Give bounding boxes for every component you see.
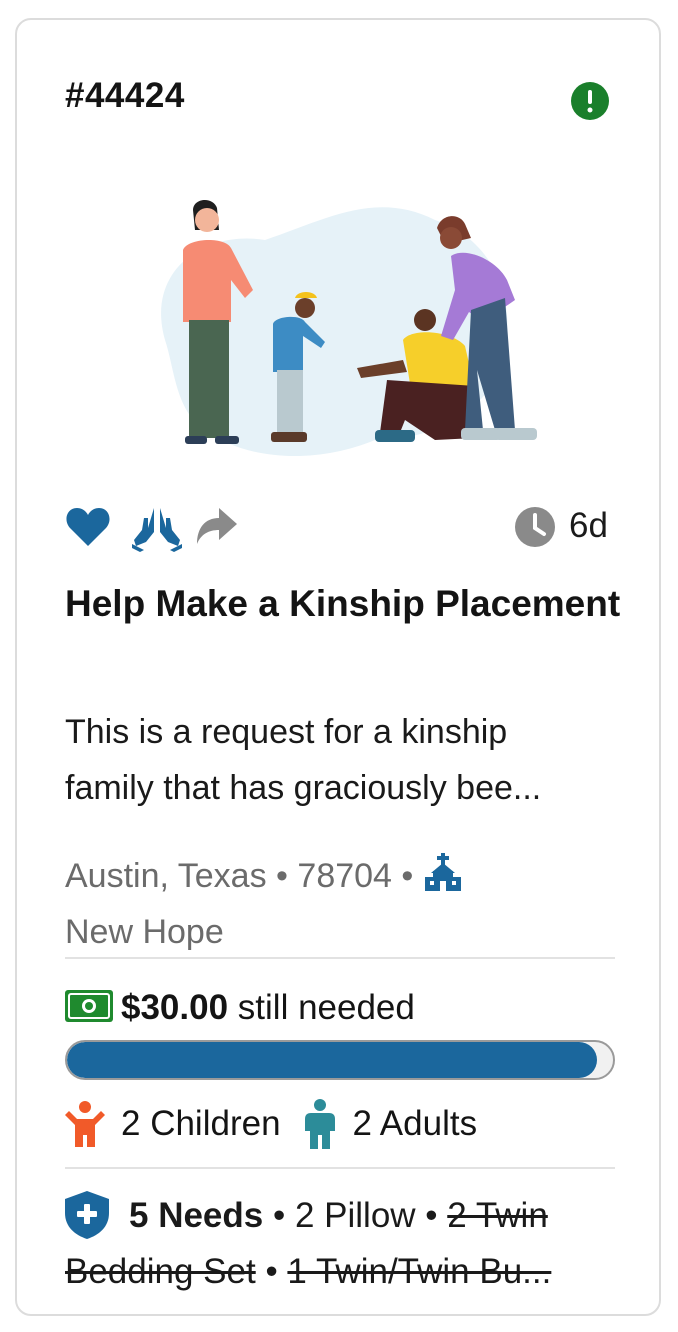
money-bill-icon [65, 990, 113, 1022]
adults-count: 2 Adults [352, 1104, 478, 1143]
funding-status: $30.00 still needed [65, 986, 415, 1030]
location-info: Austin, Texas • 78704 • New Hope [65, 848, 635, 960]
request-title[interactable]: Help Make a Kinship Placement [65, 576, 625, 632]
share-icon[interactable] [195, 506, 237, 546]
zip-code: 78704 [297, 857, 392, 895]
posted-age: 6d [569, 506, 608, 545]
heart-icon[interactable] [65, 506, 111, 548]
amount-label: still needed [237, 988, 415, 1027]
need-item-fulfilled: 2 Twin [447, 1196, 548, 1235]
praying-hands-icon[interactable] [132, 502, 182, 552]
organization-name: New Hope [65, 913, 224, 951]
divider [65, 957, 615, 959]
needs-count: 5 Needs [129, 1196, 264, 1235]
need-item-fulfilled: 1 Twin/Twin Bu... [287, 1252, 552, 1291]
need-item-fulfilled: Bedding Set [65, 1252, 256, 1291]
clock-icon [515, 507, 555, 547]
children-count: 2 Children [121, 1104, 281, 1143]
separator: • [401, 857, 414, 895]
exclamation-circle-icon [571, 82, 609, 120]
need-item: 2 Pillow [294, 1196, 416, 1235]
request-description: This is a request for a kinship family t… [65, 704, 635, 816]
needs-list: 5 Needs • 2 Pillow • 2 Twin Bedding Set … [65, 1188, 625, 1300]
divider [65, 1167, 615, 1169]
church-icon [424, 853, 461, 891]
household-info: 2 Children 2 Adults [65, 1096, 477, 1152]
shield-plus-icon [65, 1191, 109, 1239]
child-icon [65, 1101, 105, 1147]
request-card[interactable]: #44424 6d Help Make a Kinship Placement … [15, 18, 661, 1316]
city: Austin, Texas [65, 857, 267, 895]
case-id: #44424 [65, 76, 185, 115]
funding-progress-fill [67, 1042, 597, 1078]
adult-icon [304, 1099, 335, 1149]
description-line-1: This is a request for a kinship [65, 713, 508, 751]
family-illustration [161, 199, 537, 457]
amount-needed: $30.00 [121, 988, 229, 1027]
location-line: Austin, Texas • 78704 • [65, 848, 635, 904]
separator: • [276, 857, 288, 895]
description-line-2: family that has graciously bee... [65, 769, 542, 807]
funding-progress-bar [65, 1040, 615, 1080]
